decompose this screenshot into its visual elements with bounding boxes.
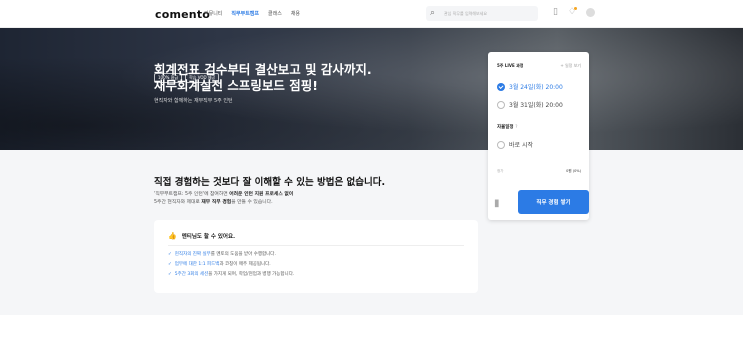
self-start-option[interactable]: 바로 시작: [497, 140, 533, 149]
hero-title-line1: 회계전표 검수부터 결산보고 및 감사까지.: [154, 62, 372, 77]
desc-bold: 어려운 인턴 지원 프로세스 없이: [229, 192, 294, 197]
bullet-highlight: 5주간 3회의 세션: [174, 272, 209, 277]
schedule-option-label: 3월 24일(화) 20:00: [509, 84, 563, 91]
schedule-option-label: 3월 31일(화) 20:00: [509, 102, 563, 109]
radio-icon[interactable]: [497, 140, 505, 149]
list-item: ✓ 5주간 3회의 세션을 가지게 되며, 학업/현업과 병행 가능합니다.: [168, 270, 294, 280]
search-placeholder[interactable]: 관심 직무를 입력해보세요: [444, 11, 487, 17]
top-header: comento 커뮤니티 직무부트캠프 클래스 채용 ⌕ 관심 직무를 입력해보…: [0, 0, 743, 28]
schedule-option-2[interactable]: 3월 31일(화) 20:00: [497, 100, 563, 109]
search-icon[interactable]: ⌕: [430, 8, 435, 18]
search-box[interactable]: ⌕ 관심 직무를 입력해보세요: [426, 6, 538, 21]
list-item: ✓ 현직자의 진짜 실무를 멘토의 도움을 받아 수행합니다.: [168, 250, 294, 260]
self-schedule-heading: 자율일정 ?: [497, 124, 518, 130]
nav-class[interactable]: 클래스: [268, 10, 282, 17]
full-schedule-link[interactable]: + 일정 보기: [560, 63, 581, 69]
benefit-heading: 👍 멘티님도 할 수 있어요.: [168, 232, 235, 240]
desc-text: 을 만들 수 있습니다.: [231, 200, 273, 205]
check-icon: ✓: [168, 262, 172, 267]
desc-text: '직무부트캠프: 5주 인턴'에 참여하면: [154, 192, 230, 197]
check-icon: ✓: [168, 252, 172, 257]
bookmark-icon[interactable]: ▯: [553, 7, 558, 17]
check-icon: ✓: [168, 272, 172, 277]
content-title: 직접 경험하는 것보다 잘 이해할 수 있는 방법은 없습니다.: [154, 177, 386, 188]
divider: [168, 245, 464, 246]
benefit-box: 👍 멘티님도 할 수 있어요. ✓ 현직자의 진짜 실무를 멘토의 도움을 받아 …: [154, 220, 478, 293]
radio-checked-icon[interactable]: [497, 82, 505, 91]
bullet-text: 를 멘토의 도움을 받아 수행합니다.: [210, 252, 276, 257]
bullet-highlight: 현직자의 진짜 실무: [174, 252, 211, 257]
bullet-text: 과 코칭이 매주 제공됩니다.: [219, 262, 271, 267]
main-nav: 커뮤니티 직무부트캠프 클래스 채용: [204, 10, 300, 17]
thumbs-up-icon: 👍: [168, 232, 177, 240]
schedule-option-1[interactable]: 3월 24일(화) 20:00: [497, 82, 563, 91]
bullet-text: 을 가지게 되며, 학업/현업과 병행 가능합니다.: [208, 272, 295, 277]
benefit-heading-text: 멘티님도 할 수 있어요.: [181, 234, 236, 240]
comento-logo[interactable]: comento: [155, 8, 210, 21]
nav-bootcamp[interactable]: 직무부트캠프: [231, 10, 259, 17]
hero-title-line2: 재무회계실전 스프링보드 점핑!: [154, 78, 318, 93]
list-item: ✓ 업무에 대한 1:1 피드백과 코칭이 매주 제공됩니다.: [168, 260, 294, 270]
hero-title: 회계전표 검수부터 결산보고 및 감사까지. 재무회계실전 스프링보드 점핑!: [154, 62, 474, 94]
content-description: '직무부트캠프: 5주 인턴'에 참여하면 어려운 인턴 지원 프로세스 없이 …: [154, 191, 484, 207]
help-icon[interactable]: ?: [515, 125, 517, 130]
bell-icon[interactable]: ♢: [568, 7, 578, 17]
avatar[interactable]: [586, 7, 596, 17]
card-title: 5주 LIVE 과정: [497, 63, 524, 68]
apply-button[interactable]: 직무 경험 쌓기: [518, 190, 589, 214]
bookmark-icon[interactable]: ▮: [494, 198, 500, 209]
bullet-highlight: 업무에 대한 1:1 피드백: [174, 262, 220, 267]
price-label: 정가: [497, 169, 504, 173]
self-start-label: 바로 시작: [509, 142, 533, 149]
hero-subtitle: 현직자와 함께하는 재무직무 5주 인턴: [154, 98, 233, 104]
self-schedule-label: 자율일정: [497, 125, 514, 130]
benefit-list: ✓ 현직자의 진짜 실무를 멘토의 도움을 받아 수행합니다. ✓ 업무에 대한 1…: [168, 250, 294, 280]
radio-icon[interactable]: [497, 100, 505, 109]
header-icons: ▯ ♢: [553, 7, 596, 17]
price-value: 0원 (0%): [566, 169, 581, 173]
desc-text: 5주간 현직자와 제대로: [154, 200, 202, 205]
nav-recruit[interactable]: 채용: [291, 10, 300, 17]
nav-community[interactable]: 커뮤니티: [204, 10, 222, 17]
desc-bold: 재무 직무 경험: [201, 200, 232, 205]
